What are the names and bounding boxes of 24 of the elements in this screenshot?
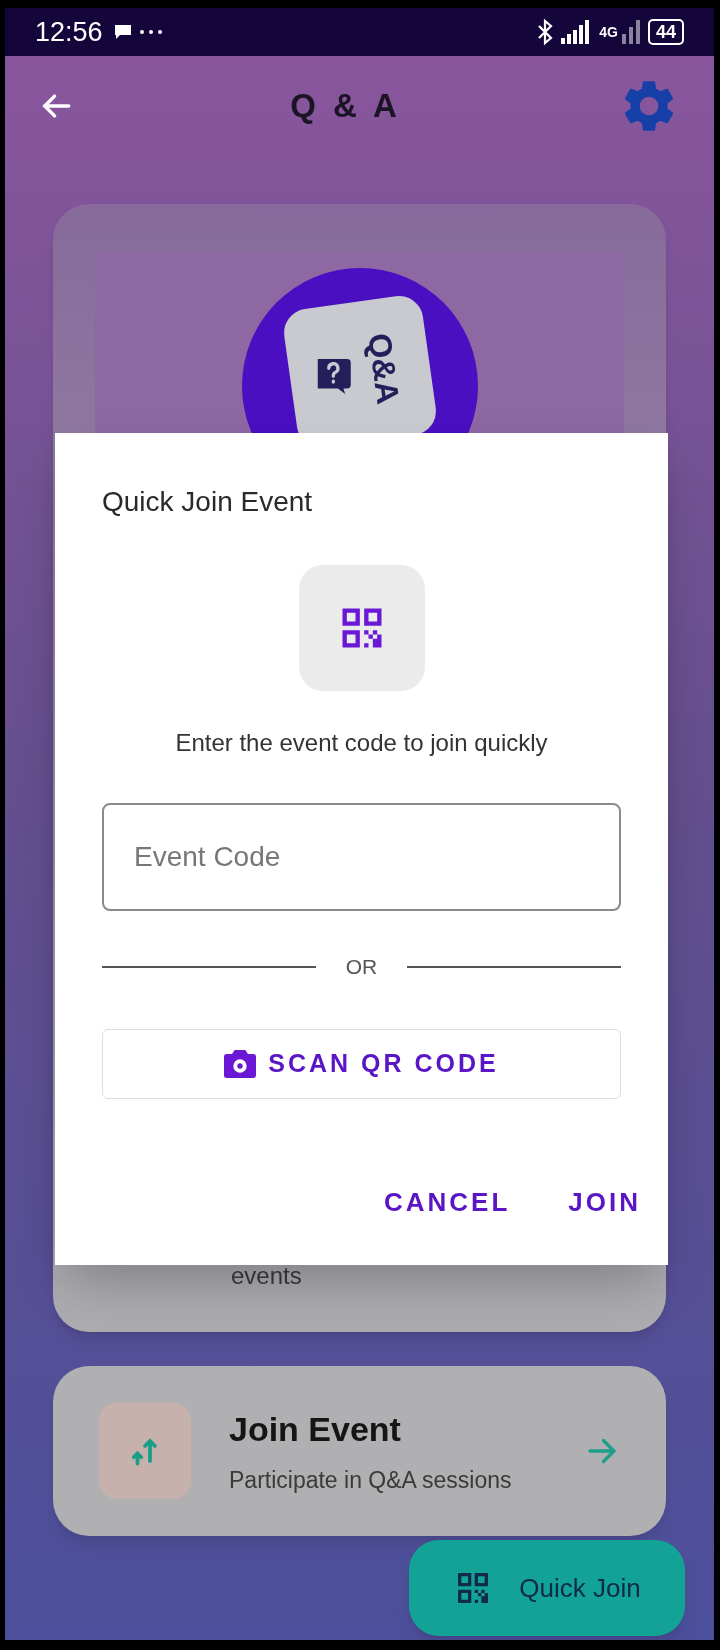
quick-join-floating-button[interactable]: Quick Join bbox=[409, 1540, 685, 1636]
dialog-action-button[interactable]: JOIN bbox=[568, 1182, 641, 1222]
signal-icon bbox=[561, 20, 592, 44]
card-title: Join Event bbox=[229, 1409, 402, 1451]
network-type: 4G bbox=[599, 22, 618, 42]
card-description: Participate in Q&A sessions bbox=[229, 1466, 513, 1496]
dialog-title: Quick Join Event bbox=[102, 485, 314, 519]
chat-bubble-icon bbox=[112, 23, 133, 41]
bluetooth-icon bbox=[537, 19, 554, 45]
app-title: Q & A bbox=[290, 86, 401, 127]
arrows-up-icon bbox=[130, 1436, 160, 1466]
dialog-action-button[interactable]: CANCEL bbox=[383, 1182, 511, 1222]
dialog-prompt: Enter the event code to join quickly bbox=[175, 728, 548, 758]
battery-level: 44 bbox=[655, 20, 676, 44]
more-icon bbox=[138, 29, 163, 35]
card-description: events bbox=[231, 1261, 303, 1291]
scan-qr-button[interactable]: SCAN QR CODE bbox=[102, 1028, 621, 1099]
signal-icon bbox=[621, 20, 640, 44]
logo-text: Q&A bbox=[359, 330, 408, 408]
event-code-field[interactable]: Event Code bbox=[102, 803, 621, 911]
status-time: 12:56 bbox=[35, 15, 103, 49]
camera-icon bbox=[224, 1049, 257, 1078]
join-event-card[interactable]: Join Event Participate in Q&A sessions bbox=[53, 1366, 666, 1536]
or-divider-text: OR bbox=[345, 954, 378, 980]
